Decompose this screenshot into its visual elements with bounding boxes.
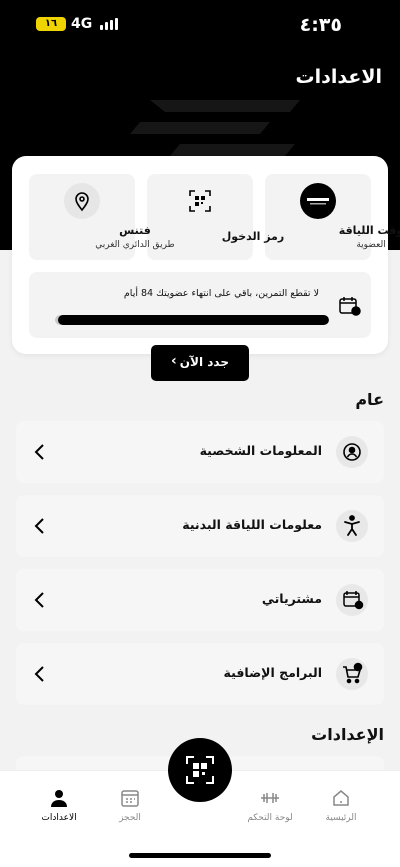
chevron-left-icon <box>34 518 44 534</box>
list-item-label: معلومات اللياقة البدنية <box>182 517 322 532</box>
list-item-label: المعلومات الشخصية <box>199 443 322 458</box>
network-label: 4G <box>71 16 93 32</box>
renew-label: جدد الآن <box>179 355 229 369</box>
renew-now-button[interactable]: جدد الآن ‹ <box>151 345 249 381</box>
tile-branch[interactable]: فتنس طريق الدائري الغربي <box>29 174 175 260</box>
brand-watermark-icon <box>130 100 300 156</box>
fitness-person-icon <box>336 510 368 542</box>
chevron-left-icon <box>34 592 44 608</box>
membership-card: وقت اللياقة العضوية رمز الدخول فتنس طريق… <box>12 156 400 354</box>
tile-title: رمز الدخول <box>221 230 285 243</box>
location-pin-icon <box>64 183 100 219</box>
chevron-left-icon <box>34 444 44 460</box>
membership-status: لا تقطع التمرين، باقي على انتهاء عضويتك … <box>29 272 371 338</box>
list-item-label: البرامج الإضافية <box>223 665 322 680</box>
battery-icon: ١٦ <box>36 17 66 31</box>
list-item-fitness-info[interactable]: معلومات اللياقة البدنية <box>16 495 384 557</box>
calendar-grid-icon <box>121 790 139 807</box>
tab-settings[interactable]: الاعدادات <box>24 787 94 823</box>
section-title-settings: الإعدادات <box>311 725 384 744</box>
user-circle-icon <box>336 436 368 468</box>
list-item-personal-info[interactable]: المعلومات الشخصية <box>16 421 384 483</box>
tab-label: لوحة التحكم <box>247 813 293 823</box>
tile-subtitle: العضوية <box>356 240 386 250</box>
cart-add-icon <box>336 658 368 690</box>
tile-gym[interactable]: وقت اللياقة العضوية <box>265 174 400 260</box>
list-item-label: مشترياتي <box>261 591 322 606</box>
qr-code-icon <box>182 183 218 219</box>
list-item-extra-programs[interactable]: البرامج الإضافية <box>16 643 384 705</box>
dumbbell-icon <box>261 793 279 803</box>
tab-label: الاعدادات <box>41 813 77 823</box>
person-icon <box>51 790 67 807</box>
membership-remaining-text: لا تقطع التمرين، باقي على انتهاء عضويتك … <box>123 288 319 299</box>
section-title-general: عام <box>355 390 384 409</box>
status-time: ٤:٣٥ <box>299 14 342 36</box>
calendar-icon <box>336 584 368 616</box>
tab-booking[interactable]: الحجز <box>95 787 165 823</box>
tile-subtitle: طريق الدائري الغربي <box>95 240 175 250</box>
tile-title: فتنس <box>119 224 151 237</box>
chevron-left-icon <box>34 666 44 682</box>
tab-label: الرئيسية <box>325 813 357 823</box>
qr-scan-icon <box>186 756 214 784</box>
gym-logo-icon <box>300 183 336 219</box>
membership-progress-fill <box>57 315 329 325</box>
chevron-left-icon: ‹ <box>171 353 177 369</box>
page-title: الاعدادات <box>295 66 382 88</box>
membership-progress-bar <box>55 315 329 325</box>
scan-qr-button[interactable] <box>168 738 232 802</box>
tab-home[interactable]: الرئيسية <box>306 787 376 823</box>
list-item-my-purchases[interactable]: مشترياتي <box>16 569 384 631</box>
home-icon <box>333 790 349 806</box>
home-indicator <box>129 853 271 858</box>
status-bar: ٤:٣٥ ١٦ 4G <box>0 14 400 40</box>
tab-dashboard[interactable]: لوحة التحكم <box>235 787 305 823</box>
signal-icon <box>100 18 118 30</box>
calendar-clock-icon <box>339 297 361 316</box>
tab-label: الحجز <box>119 813 141 823</box>
tile-title: وقت اللياقة <box>338 224 400 237</box>
